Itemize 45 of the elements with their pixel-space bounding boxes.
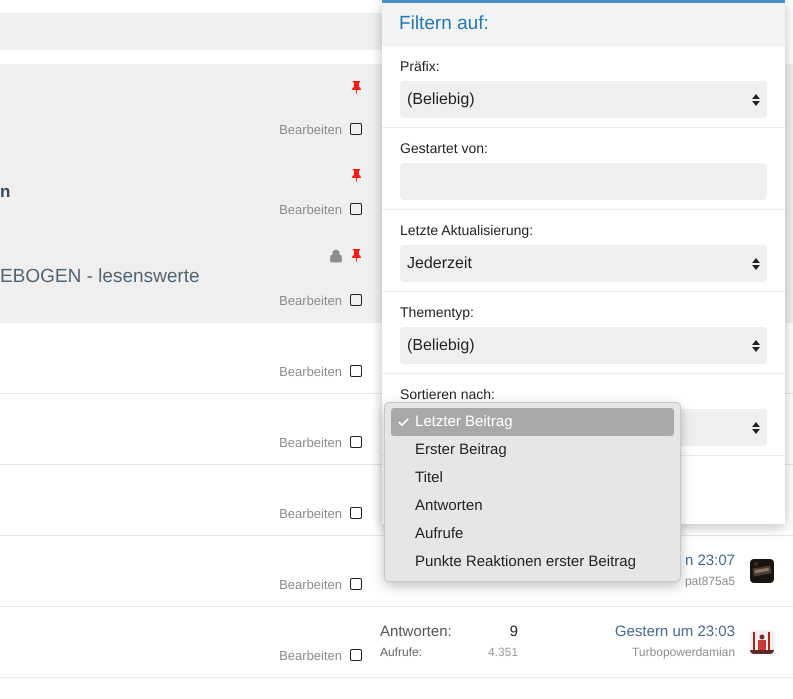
edit-link[interactable]: Bearbeiten [279,120,342,139]
select-checkbox[interactable] [350,123,362,136]
thread-title[interactable]: n [0,178,10,204]
select-checkbox[interactable] [350,203,362,216]
select-field[interactable]: (Beliebig) [400,327,767,364]
select-arrows-icon [752,340,760,352]
select-checkbox[interactable] [350,436,362,448]
edit-link[interactable]: Bearbeiten [279,574,342,594]
edit-link[interactable]: Bearbeiten [279,504,342,523]
replies-label: Antworten: [380,622,452,642]
panel-title: Filtern auf: [399,12,489,36]
edit-link[interactable]: Bearbeiten [279,646,342,665]
views-label: Aufrufe: [380,644,422,661]
select-checkbox[interactable] [350,578,362,590]
replies-count: 9 [510,622,518,642]
last-post-user[interactable]: pat875a5 [684,572,735,590]
edit-link[interactable]: Bearbeiten [279,200,342,219]
check-icon [396,416,410,428]
thread-title[interactable]: EBOGEN - lesenswerte [0,262,200,292]
menu-option[interactable]: Antworten [391,492,674,520]
select-checkbox[interactable] [350,365,362,378]
select-arrows-icon [752,258,760,270]
edit-link[interactable]: Bearbeiten [279,432,342,452]
select-checkbox[interactable] [350,649,362,662]
select-checkbox[interactable] [350,294,362,306]
last-post-user[interactable]: Turbopowerdamian [632,643,735,661]
menu-option[interactable]: Erster Beitrag [391,436,674,464]
menu-option[interactable]: Aufrufe [391,520,674,548]
select-arrows-icon [752,94,760,106]
field-label: Sortieren nach: [400,385,496,403]
last-post-date[interactable]: Gestern um 23:03 [614,623,735,643]
select-arrows-icon [752,422,760,434]
field-label: Letzte Aktualisierung: [400,221,534,239]
last-post-date[interactable]: n 23:07 [684,552,735,572]
select-field[interactable]: (Beliebig) [400,81,767,118]
field-label: Präfix: [400,57,441,75]
select-field[interactable]: Jederzeit [400,245,767,282]
select-checkbox[interactable] [350,507,362,520]
edit-link[interactable]: Bearbeiten [279,290,342,310]
field-label: Thementyp: [400,303,475,321]
menu-option[interactable]: Titel [391,464,674,492]
field-label: Gestartet von: [400,139,489,157]
views-count: 4.351 [488,644,518,661]
menu-option[interactable]: Punkte Reaktionen erster Beitrag [391,548,674,576]
edit-link[interactable]: Bearbeiten [279,362,342,381]
